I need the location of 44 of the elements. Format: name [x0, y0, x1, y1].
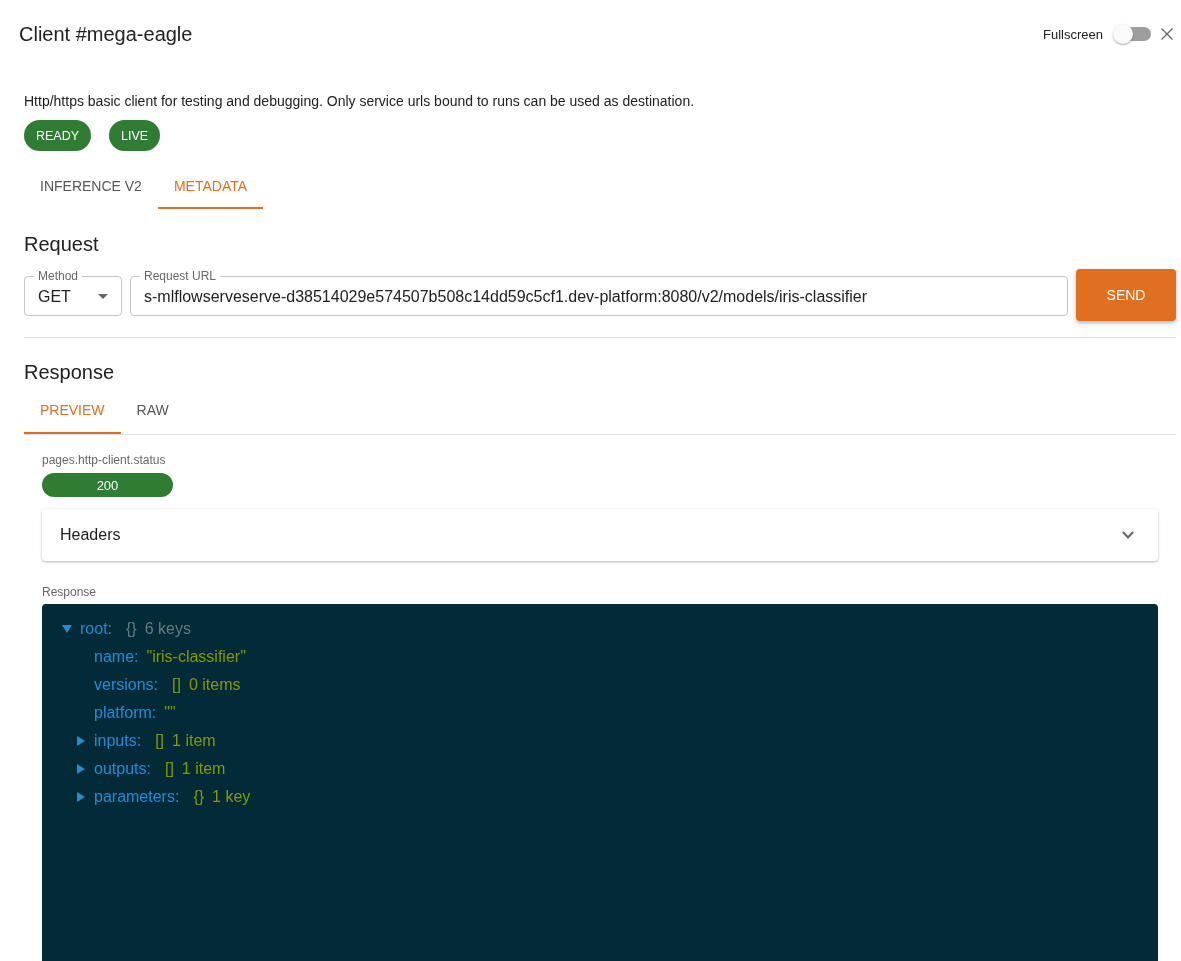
- json-string-value: "iris-classifier": [146, 648, 246, 666]
- json-key: root:: [80, 620, 112, 638]
- status-code-badge: 200: [42, 473, 173, 497]
- item-count: 0 items: [188, 676, 241, 694]
- item-count: 1 item: [181, 760, 226, 778]
- brackets-symbol: {}: [193, 788, 205, 806]
- item-count: 1 item: [172, 732, 216, 750]
- brackets-symbol: []: [155, 732, 165, 750]
- status-badge: LIVE: [109, 120, 161, 151]
- fullscreen-toggle[interactable]: [1113, 24, 1151, 44]
- request-url-field[interactable]: Request URL s-mlflowserveserve-d38514029e574507b508c14dd59c5cf1.dev-platform:8080/v2/models/iris-classifier: [130, 270, 1068, 316]
- caret-down-icon: [98, 294, 108, 299]
- caret-down-icon[interactable]: [62, 625, 72, 633]
- field-label: Request URL: [143, 270, 218, 282]
- caret-right-icon[interactable]: [77, 764, 85, 774]
- chevron-down-icon: [1122, 531, 1134, 539]
- json-key: inputs:: [94, 732, 142, 750]
- status-label: pages.http-client.status: [42, 453, 167, 468]
- json-key: outputs:: [94, 760, 151, 778]
- brackets-symbol: []: [164, 760, 174, 778]
- field-label: Method: [37, 270, 80, 282]
- tab[interactable]: RAW: [120, 386, 185, 434]
- section-heading: Request: [24, 232, 100, 257]
- close-icon[interactable]: [1161, 28, 1173, 40]
- section-heading: Response: [24, 360, 116, 385]
- fullscreen-label: Fullscreen: [1043, 26, 1103, 42]
- brackets-symbol: []: [172, 676, 181, 694]
- method-select[interactable]: Method GET: [24, 270, 122, 316]
- tab[interactable]: INFERENCE V2: [24, 162, 158, 209]
- description-text: Http/https basic client for testing and debugging. Only service urls bound to runs can be used as destination.: [24, 92, 696, 110]
- caret-right-icon[interactable]: [77, 792, 85, 802]
- json-key: parameters:: [94, 788, 180, 806]
- status-badge: READY: [24, 120, 92, 151]
- caret-right-icon[interactable]: [77, 736, 85, 746]
- item-count: 6 keys: [144, 620, 191, 638]
- json-key: name:: [94, 648, 139, 666]
- item-count: 1 key: [212, 788, 251, 806]
- json-key: platform:: [94, 704, 157, 722]
- headers-accordion[interactable]: Headers: [42, 509, 1158, 561]
- json-key: versions:: [94, 676, 159, 694]
- json-string-value: "": [164, 704, 176, 722]
- brackets-symbol: {}: [126, 620, 137, 638]
- dialog-title: Client #mega-eagle: [19, 22, 193, 46]
- response-label: Response: [42, 585, 98, 600]
